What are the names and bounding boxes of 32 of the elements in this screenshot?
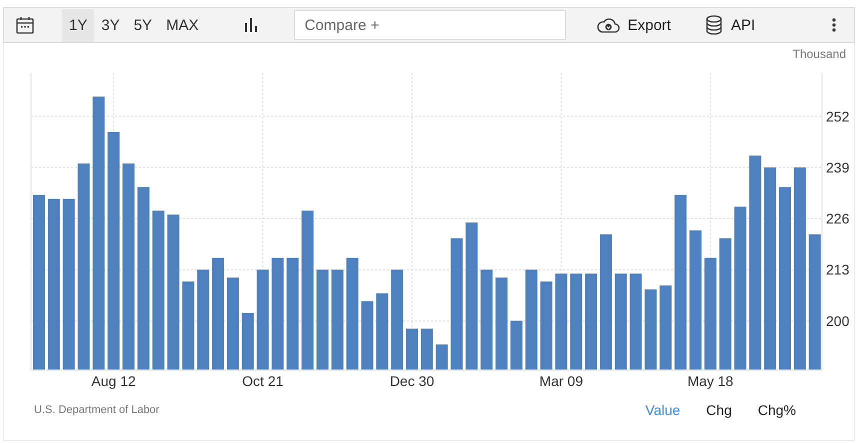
mode-tab[interactable]: Chg% (748, 402, 806, 418)
database-icon (704, 15, 723, 35)
bar (242, 312, 254, 370)
range-tab[interactable]: 1Y (62, 8, 94, 42)
y-axis-label: 200 (826, 312, 850, 329)
unit-label: Thousand (792, 47, 846, 61)
mode-tab[interactable]: Chg (696, 402, 742, 418)
x-axis-label: Mar 09 (539, 373, 583, 389)
calendar-icon[interactable] (16, 16, 34, 34)
bar (436, 344, 448, 370)
y-axis-label: 252 (826, 108, 850, 124)
y-axis-label: 213 (826, 262, 850, 278)
bar-chart-icon[interactable] (244, 18, 258, 32)
export-button[interactable]: Export (596, 16, 671, 34)
y-axis-label: 226 (826, 210, 850, 227)
bar (420, 328, 433, 370)
range-tab[interactable]: 3Y (94, 8, 127, 42)
y-axis-label: 239 (826, 159, 850, 176)
range-tab[interactable]: 5Y (126, 8, 160, 42)
cloud-download-icon (596, 17, 620, 33)
bar (406, 328, 418, 370)
range-tab[interactable]: MAX (159, 8, 206, 42)
compare-field[interactable]: Compare + (294, 10, 566, 40)
bar (361, 301, 374, 370)
x-axis-label: Dec 30 (390, 373, 434, 389)
api-button[interactable]: API (704, 15, 756, 35)
bar (510, 320, 522, 370)
x-axis-label: May 18 (687, 373, 734, 389)
x-axis-label: Aug 12 (91, 373, 136, 389)
more-menu-icon[interactable] (832, 18, 836, 32)
x-axis-label: Oct 21 (242, 373, 284, 389)
source-text: U.S. Department of Labor (34, 404, 160, 416)
